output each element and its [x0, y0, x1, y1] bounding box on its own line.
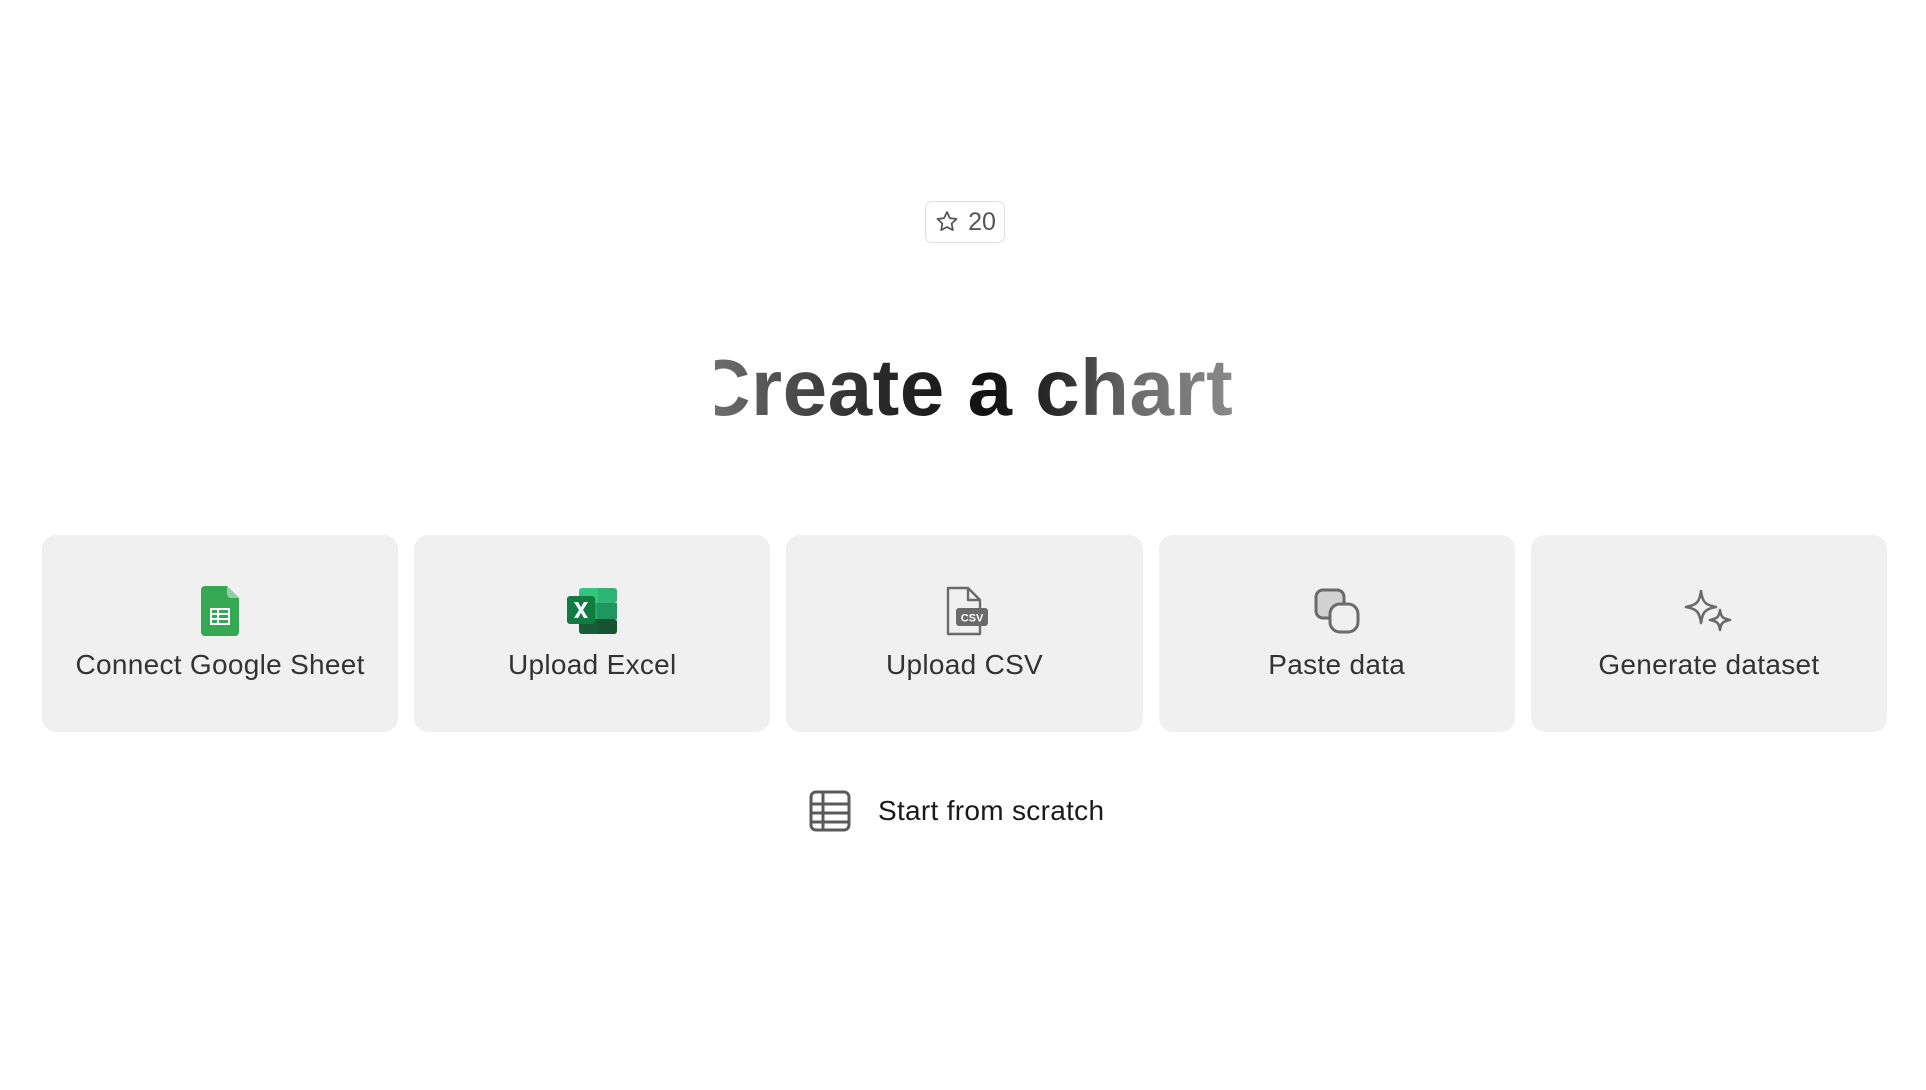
- generate-dataset-card[interactable]: Generate dataset: [1530, 535, 1888, 732]
- data-source-options: Connect Google Sheet Upload Excel CSV Up…: [42, 535, 1888, 732]
- sparkles-icon: [1683, 585, 1735, 637]
- star-count-button[interactable]: 20: [925, 201, 1005, 243]
- svg-text:CSV: CSV: [960, 612, 983, 624]
- page: 20 Create a chart Connect Google Sheet U…: [0, 0, 1926, 1090]
- star-count: 20: [968, 207, 996, 236]
- start-from-scratch-label: Start from scratch: [878, 795, 1105, 826]
- google-sheets-icon: [194, 585, 246, 637]
- star-icon: [936, 211, 958, 231]
- paste-data-label: Paste data: [1268, 648, 1406, 680]
- upload-excel-label: Upload Excel: [508, 648, 677, 680]
- upload-csv-card[interactable]: CSV Upload CSV: [786, 535, 1143, 732]
- connect-google-sheet-card[interactable]: Connect Google Sheet: [42, 535, 399, 732]
- generate-dataset-label: Generate dataset: [1598, 648, 1820, 680]
- csv-file-icon: CSV: [939, 585, 991, 637]
- page-title: Create a chart: [0, 338, 1926, 438]
- connect-google-sheet-label: Connect Google Sheet: [75, 648, 365, 680]
- table-icon: [809, 790, 851, 832]
- upload-csv-label: Upload CSV: [885, 648, 1044, 680]
- excel-icon: [566, 585, 618, 637]
- start-from-scratch-button[interactable]: Start from scratch: [808, 787, 1104, 835]
- paste-data-card[interactable]: Paste data: [1158, 535, 1515, 732]
- copy-icon: [1311, 585, 1363, 637]
- upload-excel-card[interactable]: Upload Excel: [414, 535, 771, 732]
